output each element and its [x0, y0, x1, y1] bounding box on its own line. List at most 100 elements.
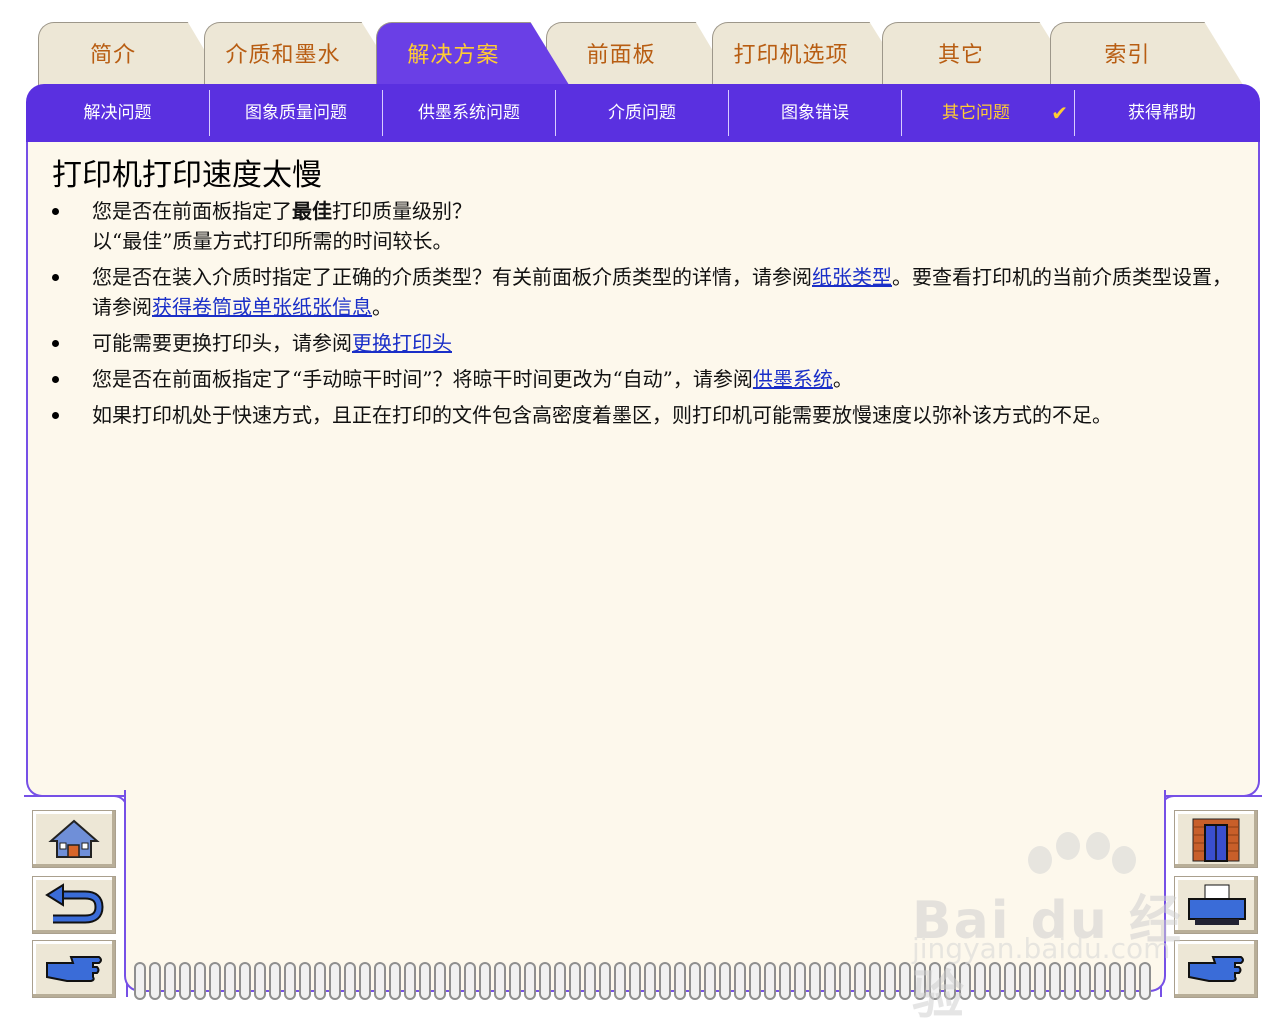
spiral-coil	[359, 962, 371, 1000]
tab-front-panel[interactable]: 前面板	[546, 22, 738, 93]
tab-label: 介质和墨水	[225, 43, 341, 68]
subtab-label: 其它问题	[942, 103, 1010, 123]
page-title: 打印机打印速度太慢	[52, 158, 322, 193]
link-ink-system[interactable]: 供墨系统	[753, 367, 833, 391]
tab-index[interactable]: 索引	[1050, 22, 1248, 93]
spiral-coil	[539, 962, 551, 1000]
bullet-list: 您是否在前面板指定了最佳打印质量级别？ 以“最佳”质量方式打印所需的时间较长。 …	[46, 196, 1246, 436]
list-item: 您是否在前面板指定了最佳打印质量级别？ 以“最佳”质量方式打印所需的时间较长。	[46, 196, 1246, 256]
spiral-coil	[824, 962, 836, 1000]
spiral-coil	[734, 962, 746, 1000]
list-item: 可能需要更换打印头，请参阅更换打印头	[46, 328, 1246, 358]
subtab-ink-system[interactable]: 供墨系统问题	[383, 90, 556, 136]
list-item: 您是否在前面板指定了“手动晾干时间”？将晾干时间更改为“自动”，请参阅供墨系统。	[46, 364, 1246, 394]
spiral-coil	[464, 962, 476, 1000]
home-button[interactable]	[32, 810, 116, 868]
spiral-coil	[404, 962, 416, 1000]
tab-solutions[interactable]: 解决方案	[376, 22, 574, 93]
spiral-coil	[689, 962, 701, 1000]
spiral-coil	[209, 962, 221, 1000]
spiral-coil	[704, 962, 716, 1000]
panel-join	[126, 780, 1160, 796]
spiral-coil	[614, 962, 626, 1000]
spiral-coil	[284, 962, 296, 1000]
spiral-coil	[809, 962, 821, 1000]
subtab-image-errors[interactable]: 图象错误	[729, 90, 902, 136]
spiral-coil	[179, 962, 191, 1000]
subtab-other-problems[interactable]: 其它问题 ✔	[902, 90, 1075, 136]
next-page-button[interactable]	[32, 940, 116, 998]
spiral-coil	[224, 962, 236, 1000]
spiral-coil	[269, 962, 281, 1000]
text: 。	[832, 367, 853, 391]
tab-label: 前面板	[586, 43, 656, 68]
back-icon	[45, 883, 104, 924]
text: 可能需要更换打印头，请参阅	[92, 331, 352, 355]
spiral-coil	[164, 962, 176, 1000]
spiral-coil	[299, 962, 311, 1000]
home-icon	[48, 819, 100, 858]
bold-text: 最佳	[292, 199, 332, 223]
spiral-coil	[869, 962, 881, 1000]
spiral-coil	[374, 962, 386, 1000]
spiral-coil	[329, 962, 341, 1000]
spiral-coil	[644, 962, 656, 1000]
spiral-coil	[449, 962, 461, 1000]
text: 打印质量级别？	[332, 199, 472, 223]
baidu-watermark: Bai du 经验 jingyan.baidu.com	[900, 830, 1230, 1026]
link-paper-type[interactable]: 纸张类型	[812, 265, 892, 289]
spiral-coil	[524, 962, 536, 1000]
subtab-get-help[interactable]: 获得帮助	[1075, 90, 1249, 136]
spiral-coil	[194, 962, 206, 1000]
spiral-coil	[314, 962, 326, 1000]
spiral-coil	[134, 962, 146, 1000]
text: 您是否在前面板指定了	[92, 199, 292, 223]
spiral-coil	[479, 962, 491, 1000]
link-roll-sheet-info[interactable]: 获得卷筒或单张纸张信息	[152, 295, 372, 319]
spiral-coil	[779, 962, 791, 1000]
text: 您是否在前面板指定了“手动晾干时间”？将晾干时间更改为“自动”，请参阅	[92, 367, 753, 391]
tab-media-ink[interactable]: 介质和墨水	[204, 22, 406, 93]
list-item: 如果打印机处于快速方式，且正在打印的文件包含高密度着墨区，则打印机可能需要放慢速…	[46, 400, 1246, 430]
back-button[interactable]	[32, 876, 116, 934]
list-item: 您是否在装入介质时指定了正确的介质类型？有关前面板介质类型的详情，请参阅纸张类型…	[46, 262, 1246, 322]
spiral-coil	[749, 962, 761, 1000]
link-replace-printhead[interactable]: 更换打印头	[352, 331, 452, 355]
spiral-coil	[254, 962, 266, 1000]
spiral-coil	[629, 962, 641, 1000]
spiral-coil	[584, 962, 596, 1000]
tab-label: 简介	[90, 43, 137, 68]
spiral-coil	[239, 962, 251, 1000]
spiral-coil	[794, 962, 806, 1000]
spiral-coil	[434, 962, 446, 1000]
spiral-coil	[674, 962, 686, 1000]
text: 您是否在装入介质时指定了正确的介质类型？有关前面板介质类型的详情，请参阅	[92, 265, 812, 289]
spiral-coil	[494, 962, 506, 1000]
subtab-image-quality[interactable]: 图象质量问题	[210, 90, 383, 136]
spiral-coil	[659, 962, 671, 1000]
spiral-coil	[509, 962, 521, 1000]
tab-label: 打印机选项	[733, 43, 849, 68]
spiral-coil	[764, 962, 776, 1000]
tab-intro[interactable]: 简介	[38, 22, 230, 93]
spiral-coil	[344, 962, 356, 1000]
top-tab-bar: 简介 介质和墨水 前面板 打印机选项 其它 索引 解决方案	[0, 0, 1280, 93]
subtab-media-problems[interactable]: 介质问题	[556, 90, 729, 136]
watermark-url: jingyan.baidu.com	[912, 932, 1171, 965]
tab-label: 解决方案	[407, 43, 500, 68]
spiral-coil	[389, 962, 401, 1000]
subtab-solve-problems[interactable]: 解决问题	[26, 90, 210, 136]
spiral-coil	[854, 962, 866, 1000]
tab-label: 索引	[1104, 43, 1151, 68]
pointing-hand-icon	[46, 956, 102, 982]
sub-nav-bar: 解决问题 图象质量问题 供墨系统问题 介质问题 图象错误 其它问题 ✔ 获得帮助	[26, 84, 1260, 142]
spiral-coil	[839, 962, 851, 1000]
checkmark-icon: ✔	[1051, 101, 1068, 125]
text: 如果打印机处于快速方式，且正在打印的文件包含高密度着墨区，则打印机可能需要放慢速…	[92, 403, 1112, 427]
spiral-coil	[554, 962, 566, 1000]
spiral-coil	[719, 962, 731, 1000]
spiral-coil	[419, 962, 431, 1000]
spiral-coil	[149, 962, 161, 1000]
tab-label: 其它	[937, 43, 984, 68]
spiral-coil	[569, 962, 581, 1000]
